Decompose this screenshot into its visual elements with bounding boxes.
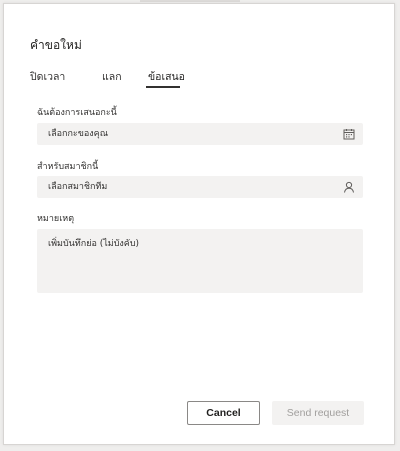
tab-offer[interactable]: ข้อเสนอ [148,68,185,85]
notes-placeholder: เพิ่มบันทึกย่อ (ไม่บังคับ) [48,239,140,249]
cancel-button[interactable]: Cancel [187,401,260,425]
send-request-button[interactable]: Send request [272,401,364,425]
notes-textarea[interactable]: เพิ่มบันทึกย่อ (ไม่บังคับ) [37,229,363,293]
tab-time-off[interactable]: ปิดเวลา [30,68,65,85]
member-label: สำหรับสมาชิกนี้ [37,162,99,172]
member-picker[interactable]: เลือกสมาชิกทีม [37,176,363,198]
person-icon [344,181,354,193]
member-picker-value: เลือกสมาชิกทีม [48,182,108,192]
new-request-dialog: คำขอใหม่ ปิดเวลา แลก ข้อเสนอ ฉันต้องการเ… [3,3,395,445]
selected-tab-indicator [146,86,180,88]
dialog-title: คำขอใหม่ [30,38,82,52]
shift-label: ฉันต้องการเสนอกะนี้ [37,108,117,118]
calendar-icon [343,129,355,140]
shift-picker-value: เลือกกะของคุณ [48,129,109,139]
shift-picker[interactable]: เลือกกะของคุณ [37,123,363,145]
tab-swap[interactable]: แลก [102,68,122,85]
notes-label: หมายเหตุ [37,214,75,224]
backdrop-line [140,0,240,2]
